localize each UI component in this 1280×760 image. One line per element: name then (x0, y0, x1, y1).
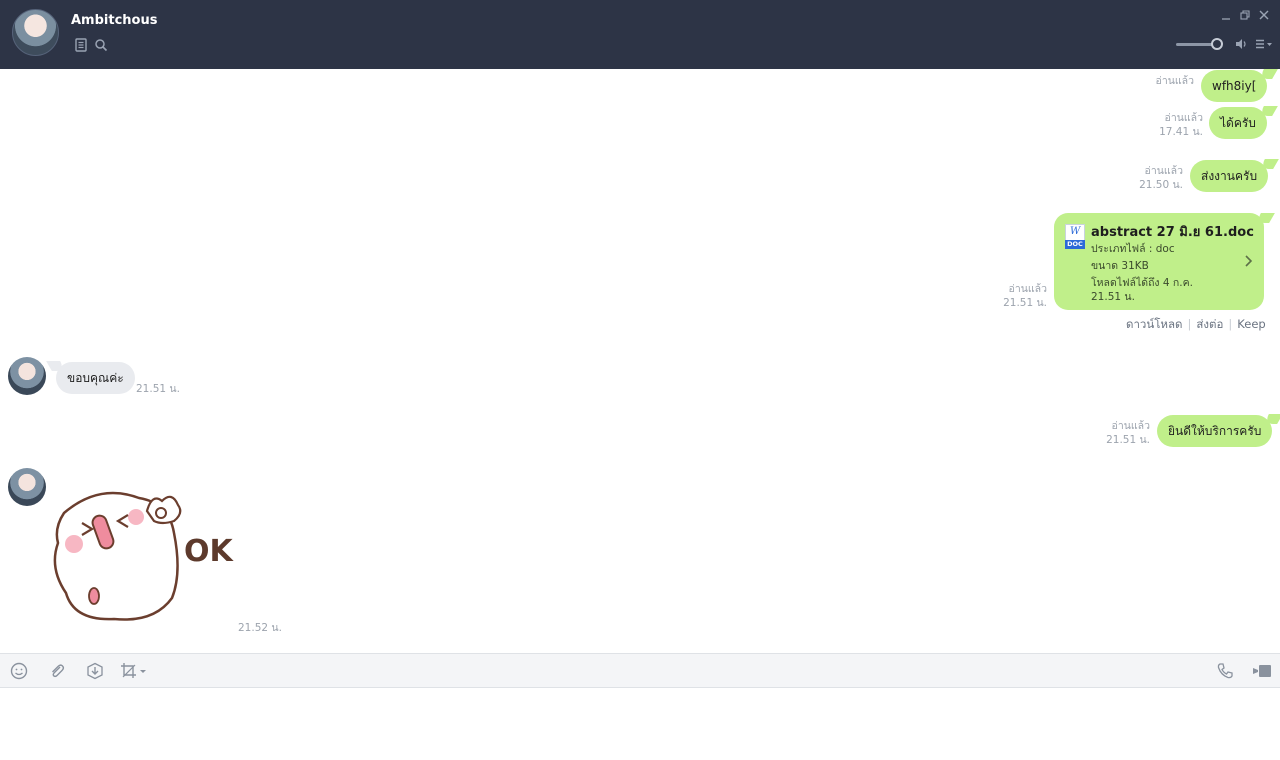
message-text: ได้ครับ (1220, 115, 1256, 130)
outgoing-message[interactable]: ได้ครับ (1209, 107, 1267, 139)
outgoing-message[interactable]: wfh8iy[ (1201, 70, 1268, 102)
speaker-icon[interactable] (1234, 37, 1248, 51)
message-list[interactable]: อ่านแล้ว wfh8iy[ อ่านแล้ว 17.41 น. ได้คร… (0, 69, 1280, 653)
file-name: abstract 27 มิ.ย 61.doc (1091, 225, 1254, 240)
attachment-icon[interactable] (48, 662, 66, 680)
message-meta: อ่านแล้ว 21.51 น. (1003, 283, 1047, 309)
chat-header: Ambitchous (0, 0, 1280, 69)
download-link[interactable]: ดาวน์โหลด (1126, 317, 1183, 331)
contact-avatar[interactable] (12, 9, 59, 56)
restore-icon[interactable] (1239, 9, 1251, 21)
note-icon[interactable] (74, 38, 88, 52)
phone-call-icon[interactable] (1216, 662, 1234, 680)
sticker-label: OK (184, 534, 234, 569)
ok-sticker[interactable]: OK (44, 473, 234, 623)
close-icon[interactable] (1258, 9, 1270, 21)
chevron-right-icon[interactable] (1244, 253, 1254, 269)
search-icon[interactable] (94, 38, 108, 52)
message-meta: อ่านแล้ว 17.41 น. (1159, 112, 1203, 138)
message-text: ยินดีให้บริการครับ (1168, 423, 1262, 438)
keep-link[interactable]: Keep (1237, 317, 1265, 331)
message-meta: อ่านแล้ว 21.51 น. (1106, 420, 1150, 446)
volume-slider-knob[interactable] (1211, 38, 1223, 50)
message-time: 21.51 น. (136, 383, 180, 395)
menu-icon[interactable] (1254, 37, 1274, 51)
file-actions: ดาวน์โหลด | ส่งต่อ | Keep (1126, 317, 1266, 331)
message-text: wfh8iy[ (1212, 79, 1257, 93)
download-icon[interactable] (86, 662, 104, 680)
file-size: ขนาด 31KB (1091, 260, 1149, 272)
video-call-icon[interactable] (1252, 662, 1272, 680)
forward-link[interactable]: ส่งต่อ (1196, 317, 1223, 331)
message-time: 21.52 น. (238, 622, 282, 634)
incoming-message[interactable]: ขอบคุณค่ะ (56, 362, 135, 394)
file-expiry-time: 21.51 น. (1091, 291, 1135, 303)
contact-avatar-small[interactable] (8, 468, 46, 506)
file-type: ประเภทไฟล์ : doc (1091, 243, 1175, 255)
outgoing-message[interactable]: ส่งงานครับ (1190, 160, 1269, 192)
contact-avatar-small[interactable] (8, 357, 46, 395)
contact-name[interactable]: Ambitchous (71, 13, 157, 28)
file-message[interactable]: W DOC abstract 27 มิ.ย 61.doc ประเภทไฟล์… (1054, 213, 1264, 310)
word-document-icon: W DOC (1065, 224, 1085, 249)
message-input[interactable] (0, 688, 1280, 760)
message-text: ส่งงานครับ (1201, 168, 1258, 183)
read-receipt: อ่านแล้ว (1155, 75, 1194, 87)
composer-toolbar (0, 653, 1280, 688)
minimize-icon[interactable] (1220, 9, 1232, 21)
screenshot-crop-icon[interactable] (120, 662, 148, 680)
message-meta: อ่านแล้ว 21.50 น. (1139, 165, 1183, 191)
emoji-icon[interactable] (10, 662, 28, 680)
message-text: ขอบคุณค่ะ (67, 370, 124, 385)
outgoing-message[interactable]: ยินดีให้บริการครับ (1157, 415, 1273, 447)
